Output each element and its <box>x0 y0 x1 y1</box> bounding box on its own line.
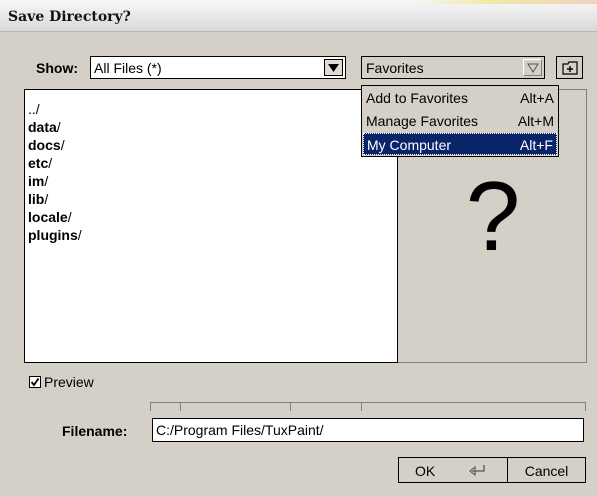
file-list-item[interactable]: etc/ <box>28 154 82 172</box>
show-filter-value: All Files (*) <box>94 60 162 76</box>
title-accent <box>417 0 597 4</box>
file-list-item[interactable]: data/ <box>28 118 82 136</box>
file-list-item[interactable]: plugins/ <box>28 226 82 244</box>
menu-item-label: My Computer <box>367 137 452 153</box>
column-separator-bar <box>150 402 586 411</box>
file-suffix: / <box>35 101 40 117</box>
cancel-button-label: Cancel <box>524 463 569 479</box>
file-list-item[interactable]: lib/ <box>28 190 82 208</box>
separator-tick <box>290 403 291 411</box>
triangle-down-outline-icon[interactable] <box>523 59 542 76</box>
dialog-title: Save Directory? <box>8 9 131 25</box>
show-label: Show: <box>36 60 78 76</box>
favorites-menu-item[interactable]: Manage Favorites Alt+M <box>363 110 557 132</box>
file-suffix: / <box>67 209 72 225</box>
filename-field[interactable]: C:/Program Files/TuxPaint/ <box>152 418 584 442</box>
title-bar[interactable]: Save Directory? <box>0 0 597 32</box>
new-folder-icon <box>562 61 578 75</box>
ok-button[interactable]: OK <box>398 457 508 483</box>
file-suffix: / <box>77 227 82 243</box>
favorites-select[interactable]: Favorites <box>361 56 545 79</box>
file-name: locale <box>28 209 68 225</box>
menu-item-shortcut: Alt+F <box>519 137 553 153</box>
preview-checkbox[interactable] <box>29 376 41 388</box>
preview-placeholder: ? <box>465 161 521 271</box>
file-suffix: / <box>44 173 49 189</box>
favorites-menu-item[interactable]: My Computer Alt+F <box>363 133 557 155</box>
menu-item-label: Add to Favorites <box>366 90 468 106</box>
menu-item-shortcut: Alt+M <box>517 113 554 129</box>
menu-item-label: Manage Favorites <box>366 113 479 129</box>
file-name: .. <box>28 101 36 117</box>
file-name: etc <box>28 155 49 171</box>
separator-tick <box>180 403 181 411</box>
ok-button-label: OK <box>415 463 436 479</box>
file-items: ../data/docs/etc/im/lib/locale/plugins/ <box>28 100 82 244</box>
file-name: plugins <box>28 227 78 243</box>
new-directory-button[interactable] <box>556 56 583 79</box>
file-list[interactable]: ../data/docs/etc/im/lib/locale/plugins/ <box>24 89 398 363</box>
show-filter-select[interactable]: All Files (*) <box>90 56 346 79</box>
file-list-item[interactable]: im/ <box>28 172 82 190</box>
file-list-item[interactable]: locale/ <box>28 208 82 226</box>
file-name: im <box>28 173 45 189</box>
triangle-down-icon[interactable] <box>324 59 343 76</box>
filename-label: Filename: <box>62 423 128 439</box>
save-directory-dialog: Save Directory? Show: All Files (*) Favo… <box>0 0 597 497</box>
return-arrow-icon <box>469 465 485 476</box>
file-suffix: / <box>60 137 65 153</box>
file-suffix: / <box>48 155 53 171</box>
file-suffix: / <box>56 119 61 135</box>
file-name: data <box>28 119 57 135</box>
filename-value: C:/Program Files/TuxPaint/ <box>156 422 324 438</box>
menu-item-shortcut: Alt+A <box>520 90 554 106</box>
file-name: lib <box>28 191 45 207</box>
favorites-menu: Add to Favorites Alt+A Manage Favorites Alt… <box>361 85 559 157</box>
separator-tick <box>361 403 362 411</box>
cancel-button[interactable]: Cancel <box>507 457 586 483</box>
file-list-item[interactable]: docs/ <box>28 136 82 154</box>
checkmark-icon <box>30 377 40 387</box>
favorites-value: Favorites <box>366 60 424 76</box>
preview-label[interactable]: Preview <box>44 374 94 390</box>
file-suffix: / <box>44 191 49 207</box>
favorites-menu-item[interactable]: Add to Favorites Alt+A <box>363 87 557 109</box>
file-name: docs <box>28 137 61 153</box>
file-list-item[interactable]: ../ <box>28 100 82 118</box>
